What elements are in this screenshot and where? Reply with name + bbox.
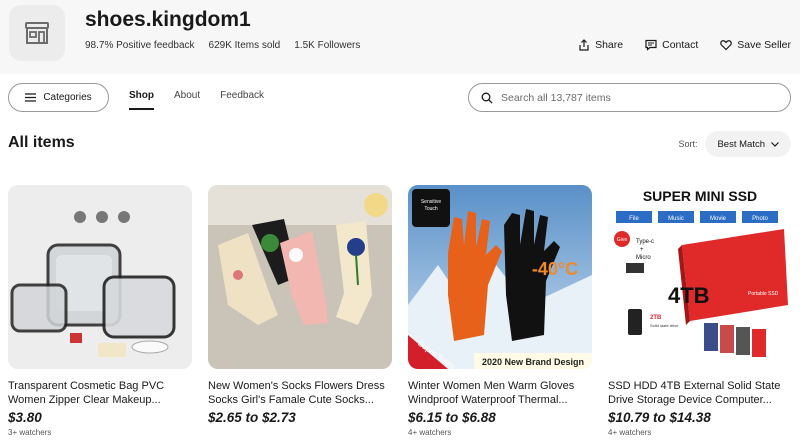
- message-icon: [645, 39, 657, 51]
- touch-label: Sensitive: [421, 199, 442, 205]
- give-label: Give: [617, 237, 628, 243]
- contact-label: Contact: [662, 39, 699, 51]
- gloves-image: Sensitive Touch -40°C Super Sales 2020 N…: [408, 185, 592, 369]
- plus-label: +: [640, 247, 644, 253]
- items-sold-count: 629K: [208, 40, 232, 51]
- storefront-icon: [25, 22, 49, 44]
- sort-dropdown[interactable]: Best Match: [705, 131, 791, 157]
- tab-photo-label: Photo: [752, 216, 768, 222]
- tab-movie-label: Movie: [710, 216, 727, 222]
- tab-about[interactable]: About: [174, 90, 200, 101]
- store-tabs: Shop About Feedback: [129, 90, 264, 110]
- temp-label: -40°C: [532, 259, 578, 279]
- product-card[interactable]: Sensitive Touch -40°C Super Sales 2020 N…: [408, 185, 592, 437]
- capacity-label: 4TB: [668, 283, 710, 308]
- spec-label: 2TB: [650, 315, 662, 321]
- store-stats: 98.7% Positive feedback 629K Items sold …: [85, 40, 360, 51]
- share-icon: [579, 39, 589, 51]
- product-watchers: 4+ watchers: [608, 428, 652, 437]
- search-input[interactable]: [501, 91, 771, 104]
- sort-value: Best Match: [717, 138, 765, 150]
- ssd-headline: SUPER MINI SSD: [643, 188, 757, 204]
- product-card[interactable]: Transparent Cosmetic Bag PVC Women Zippe…: [8, 185, 192, 437]
- items-sold: 629K Items sold: [209, 40, 281, 51]
- items-sold-label: Items sold: [234, 40, 281, 51]
- categories-button[interactable]: Categories: [8, 83, 109, 112]
- product-title[interactable]: Winter Women Men Warm Gloves Windproof W…: [408, 379, 592, 407]
- product-image[interactable]: SUPER MINI SSD File Music Movie Photo Gi…: [608, 185, 792, 369]
- followers: 1.5K Followers: [294, 40, 360, 51]
- product-title[interactable]: Transparent Cosmetic Bag PVC Women Zippe…: [8, 379, 192, 407]
- spec-sub-label: Solid state drive: [650, 323, 679, 328]
- store-logo[interactable]: [9, 5, 65, 61]
- store-actions: Share Contact Save Seller: [578, 39, 791, 51]
- product-watchers: 4+ watchers: [408, 428, 452, 437]
- banner-label: 2020 New Brand Design: [482, 357, 584, 367]
- socks-image: [208, 185, 392, 369]
- tab-music-label: Music: [668, 216, 684, 222]
- save-seller-button[interactable]: Save Seller: [720, 39, 791, 51]
- store-nav: Categories Shop About Feedback: [0, 80, 800, 116]
- product-title[interactable]: SSD HDD 4TB External Solid State Drive S…: [608, 379, 792, 407]
- drive-label: Portable SSD: [748, 291, 779, 297]
- all-items-heading: All items: [8, 134, 75, 151]
- search-icon: [481, 92, 493, 103]
- product-image[interactable]: [8, 185, 192, 369]
- sort-control: Sort: Best Match: [678, 131, 791, 157]
- product-price: $10.79 to $14.38: [608, 410, 711, 425]
- save-seller-label: Save Seller: [737, 39, 791, 51]
- tab-file-label: File: [629, 216, 639, 222]
- product-title[interactable]: New Women's Socks Flowers Dress Socks Gi…: [208, 379, 392, 407]
- product-price: $3.80: [8, 410, 42, 425]
- chevron-down-icon: [771, 141, 779, 147]
- product-card[interactable]: New Women's Socks Flowers Dress Socks Gi…: [208, 185, 392, 437]
- store-search: [468, 83, 791, 112]
- positive-feedback[interactable]: 98.7% Positive feedback: [85, 40, 195, 51]
- usb-label: Type-c: [636, 239, 654, 245]
- followers-count: 1.5K: [294, 40, 315, 51]
- tab-shop[interactable]: Shop: [129, 90, 154, 110]
- touch-label-2: Touch: [424, 206, 438, 212]
- store-header: shoes.kingdom1 98.7% Positive feedback 6…: [0, 0, 800, 74]
- product-image[interactable]: Sensitive Touch -40°C Super Sales 2020 N…: [408, 185, 592, 369]
- product-grid: Transparent Cosmetic Bag PVC Women Zippe…: [8, 185, 792, 437]
- contact-button[interactable]: Contact: [645, 39, 698, 51]
- product-price: $6.15 to $6.88: [408, 410, 496, 425]
- product-card[interactable]: SUPER MINI SSD File Music Movie Photo Gi…: [608, 185, 792, 437]
- share-label: Share: [595, 39, 624, 51]
- ssd-image: SUPER MINI SSD File Music Movie Photo Gi…: [608, 185, 792, 369]
- sort-label: Sort:: [678, 139, 698, 149]
- tab-feedback[interactable]: Feedback: [220, 90, 264, 101]
- micro-label: Micro: [636, 255, 651, 261]
- categories-label: Categories: [43, 92, 92, 103]
- cosmetic-bag-image: [8, 185, 192, 369]
- heart-icon: [720, 40, 733, 51]
- menu-icon: [25, 93, 37, 102]
- product-price: $2.65 to $2.73: [208, 410, 296, 425]
- store-name[interactable]: shoes.kingdom1: [85, 8, 251, 32]
- product-image[interactable]: [208, 185, 392, 369]
- followers-label: Followers: [317, 40, 361, 51]
- product-watchers: 3+ watchers: [8, 428, 52, 437]
- share-button[interactable]: Share: [578, 39, 623, 51]
